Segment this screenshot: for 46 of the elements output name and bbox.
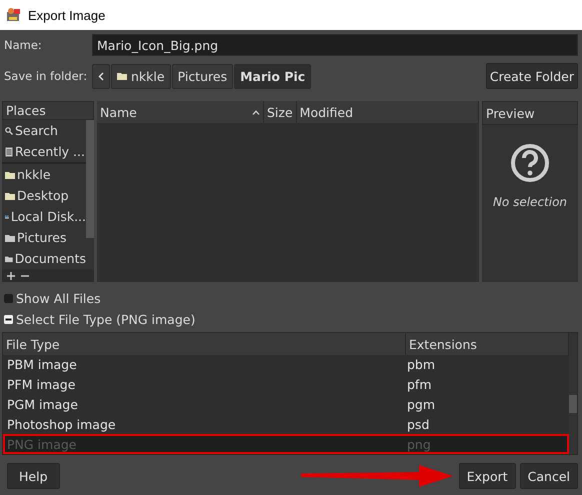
column-header[interactable]: Extensions xyxy=(406,333,569,355)
place-item[interactable]: Search xyxy=(2,120,86,142)
column-header[interactable]: Name xyxy=(97,101,264,123)
file-type-row[interactable]: PGM image pgm xyxy=(3,394,569,414)
file-type-row[interactable]: PBM image pbm xyxy=(3,355,569,375)
folder-icon xyxy=(5,234,15,242)
folder-icon xyxy=(117,72,127,80)
search-icon xyxy=(5,126,13,135)
preview-header: Preview xyxy=(482,101,578,125)
show-all-files-checkbox[interactable]: Show All Files xyxy=(2,288,578,309)
folder-label: Save in folder: xyxy=(3,69,88,83)
help-button[interactable]: Help xyxy=(7,463,60,489)
document-icon xyxy=(5,146,13,157)
scrollbar-thumb[interactable] xyxy=(86,120,94,238)
dialog-button[interactable]: Cancel xyxy=(520,463,578,489)
path-button[interactable]: nkkle xyxy=(111,64,171,88)
column-header[interactable]: Modified xyxy=(296,101,479,123)
place-item[interactable]: Documents xyxy=(2,248,86,270)
path-button[interactable]: Mario Pic xyxy=(234,64,312,88)
place-item[interactable]: Local Disk... xyxy=(2,206,86,228)
question-icon xyxy=(510,143,550,183)
place-item[interactable]: Desktop xyxy=(2,185,86,206)
create-folder-button[interactable]: Create Folder xyxy=(486,63,578,89)
dialog-button[interactable]: Export xyxy=(458,463,516,489)
name-label: Name: xyxy=(3,38,43,52)
places-header: Places xyxy=(2,101,94,120)
preview-message: No selection xyxy=(492,195,568,209)
place-item[interactable]: nkkle xyxy=(2,164,86,186)
app-icon xyxy=(6,8,22,22)
window-title: Export Image xyxy=(28,8,106,22)
file-type-row[interactable]: PFM image pfm xyxy=(3,374,569,395)
folder-icon xyxy=(5,254,13,263)
folder-icon xyxy=(5,192,15,200)
path-button[interactable]: Pictures xyxy=(172,64,234,88)
column-header[interactable]: Size xyxy=(264,101,297,123)
folder-icon xyxy=(5,170,15,179)
add-icon[interactable] xyxy=(7,272,15,280)
chevron-left-icon xyxy=(98,72,104,80)
name-field[interactable]: Mario_Icon_Big.png xyxy=(92,34,578,56)
scrollbar-thumb[interactable] xyxy=(569,395,577,413)
file-type-row[interactable]: Photoshop image psd xyxy=(3,414,569,434)
back-button[interactable] xyxy=(92,64,110,88)
column-header[interactable]: File Type xyxy=(3,333,406,355)
file-type-expander[interactable]: Select File Type (PNG image) xyxy=(2,309,578,330)
sort-caret-icon xyxy=(252,110,260,114)
place-item[interactable]: Pictures xyxy=(2,227,86,248)
